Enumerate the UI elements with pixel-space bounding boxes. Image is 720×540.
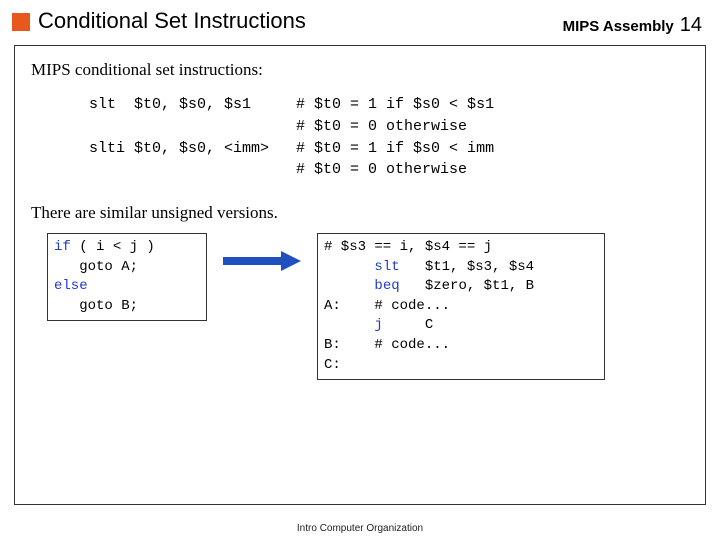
bullet-icon [12,13,30,31]
header-right: MIPS Assembly 14 [563,14,702,37]
slide-header: Conditional Set Instructions MIPS Assemb… [0,0,720,43]
page-number: 14 [680,14,702,37]
asm-l2b: $t1, $s3, $s4 [400,259,534,275]
src-l4: goto B; [54,298,138,314]
asm-slt: slt [374,259,399,275]
subheading: MIPS conditional set instructions: [31,60,689,80]
slide: Conditional Set Instructions MIPS Assemb… [0,0,720,540]
title-group: Conditional Set Instructions [12,8,306,34]
code-box-asm: # $s3 == i, $s4 == j slt $t1, $s3, $s4 b… [317,233,605,380]
example-row: if ( i < j ) goto A; else goto B; # $s3 … [31,233,689,380]
kw-else: else [54,278,88,294]
asm-l6: B: # code... [324,337,450,353]
code-box-source: if ( i < j ) goto A; else goto B; [47,233,207,321]
asm-l4: A: # code... [324,298,450,314]
code-block-main: slt $t0, $s0, $s1 # $t0 = 1 if $s0 < $s1… [89,94,689,181]
asm-l1: # $s3 == i, $s4 == j [324,239,492,255]
asm-l3b: $zero, $t1, B [400,278,534,294]
asm-beq: beq [374,278,399,294]
asm-l5b: C [383,317,433,333]
slide-title: Conditional Set Instructions [38,8,306,34]
note-text: There are similar unsigned versions. [31,203,689,223]
content-frame: MIPS conditional set instructions: slt $… [14,45,706,505]
src-l1b: ( i < j ) [71,239,155,255]
section-label: MIPS Assembly [563,18,674,35]
asm-l7: C: [324,357,341,373]
footer-text: Intro Computer Organization [0,523,720,534]
src-l2: goto A; [54,259,138,275]
arrow-icon [219,233,305,271]
asm-j: j [374,317,382,333]
kw-if: if [54,239,71,255]
